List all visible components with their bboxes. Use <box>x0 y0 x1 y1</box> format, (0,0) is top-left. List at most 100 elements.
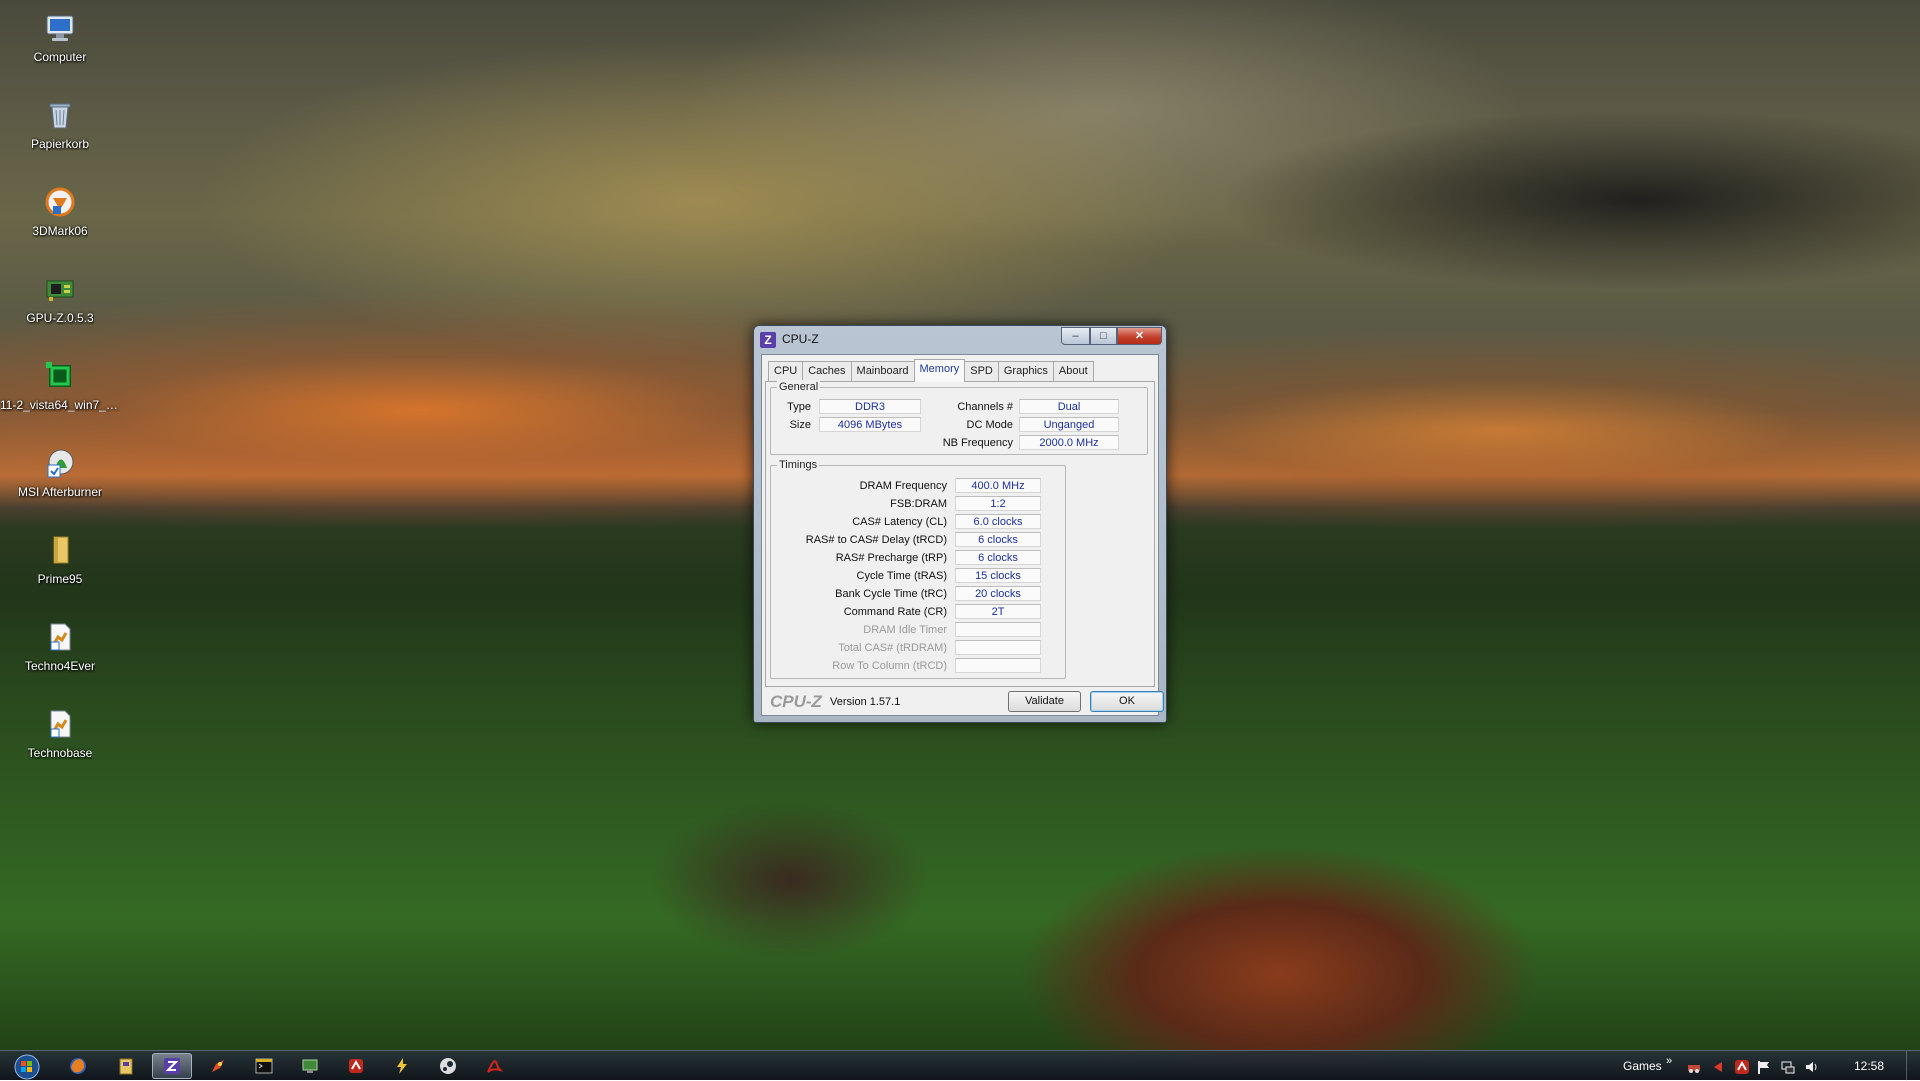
taskbar-antivirus[interactable] <box>336 1053 376 1079</box>
explorer-icon <box>119 1058 133 1075</box>
close-button[interactable]: ✕ <box>1117 327 1162 345</box>
flag-icon[interactable] <box>1756 1059 1772 1075</box>
version-text: Version 1.57.1 <box>830 696 901 708</box>
tab-spd[interactable]: SPD <box>964 361 999 381</box>
games-toolbar-label[interactable]: Games <box>1623 1059 1662 1073</box>
taskbar-clock[interactable]: 12:58 <box>1854 1059 1884 1073</box>
toolbar-chevron-icon[interactable]: » <box>1666 1055 1672 1067</box>
start-button[interactable] <box>8 1053 46 1080</box>
steam-icon <box>440 1058 456 1074</box>
3dmark-icon <box>42 184 78 220</box>
window-title: CPU-Z <box>782 332 819 346</box>
title-bar[interactable]: Z CPU-Z – □ ✕ <box>754 326 1166 354</box>
arrow-icon[interactable] <box>1710 1059 1726 1075</box>
desktop-icon-label: Techno4Ever <box>24 659 96 673</box>
taskbar-terminal[interactable] <box>244 1053 284 1079</box>
afterburner-icon <box>42 445 78 481</box>
type-value: DDR3 <box>819 399 921 414</box>
desktop-icon-papierkorb[interactable]: Papierkorb <box>6 91 114 167</box>
taskbar: Games » 12:58 <box>0 1050 1920 1081</box>
cpu-z-window: Z CPU-Z – □ ✕ CPU Caches Mainboard Memor… <box>753 325 1167 723</box>
timing-label-dram-frequency: DRAM Frequency <box>859 480 947 492</box>
tab-about[interactable]: About <box>1052 361 1094 381</box>
network-tool-icon[interactable] <box>1686 1059 1702 1075</box>
taskbar-explorer[interactable] <box>106 1053 146 1079</box>
shortcut-icon <box>42 619 78 655</box>
channels-value: Dual <box>1019 399 1119 414</box>
timing-label-total-cas: Total CAS# (tRDRAM) <box>838 642 947 654</box>
taskbar-lightning[interactable] <box>382 1053 422 1079</box>
rocket-icon <box>212 1060 224 1072</box>
cpu-z-icon <box>164 1058 180 1074</box>
timing-value-command-rate: 2T <box>955 604 1041 619</box>
cpu-z-brand-logo: CPU-Z <box>770 692 822 711</box>
desktop-icon-ati-driver[interactable]: 11-2_vista64_win7_6... <box>0 352 120 428</box>
dc-mode-value: Unganged <box>1019 417 1119 432</box>
desktop-icon-computer[interactable]: Computer <box>6 4 114 80</box>
tab-mainboard[interactable]: Mainboard <box>850 361 915 381</box>
desktop-icon-label: MSI Afterburner <box>17 485 103 499</box>
timing-label-tras: Cycle Time (tRAS) <box>856 570 947 582</box>
desktop-icon-prime95[interactable]: Prime95 <box>6 526 114 602</box>
timing-label-cas-latency: CAS# Latency (CL) <box>852 516 947 528</box>
size-label: Size <box>789 419 811 431</box>
antivirus-tray-icon[interactable] <box>1734 1059 1750 1075</box>
desktop-icon-techno4ever[interactable]: Techno4Ever <box>6 613 114 689</box>
timing-value-trcd: 6 clocks <box>955 532 1041 547</box>
desktop-icon-label: Papierkorb <box>30 137 90 151</box>
minimize-button[interactable]: – <box>1061 327 1090 345</box>
general-group-title: General <box>777 380 821 394</box>
desktop-icon-msi-afterburner[interactable]: MSI Afterburner <box>6 439 114 515</box>
desktop-icon-3dmark06[interactable]: 3DMark06 <box>6 178 114 254</box>
timing-label-trc: Bank Cycle Time (tRC) <box>835 588 947 600</box>
timing-value-trc: 20 clocks <box>955 586 1041 601</box>
timing-value-total-cas <box>955 640 1041 655</box>
desktop-icon-label: GPU-Z.0.5.3 <box>26 311 94 325</box>
desktop-icon-label: Prime95 <box>37 572 83 586</box>
firefox-icon <box>70 1058 86 1074</box>
antivirus-icon <box>349 1059 363 1073</box>
tab-cpu[interactable]: CPU <box>768 361 804 381</box>
windows-logo-icon <box>14 1054 40 1079</box>
taskbar-firefox[interactable] <box>58 1053 98 1079</box>
nb-frequency-value: 2000.0 MHz <box>1019 435 1119 450</box>
shortcut-icon <box>42 706 78 742</box>
desktop-icon-gpu-z[interactable]: GPU-Z.0.5.3 <box>6 265 114 341</box>
network-icon[interactable] <box>1780 1059 1796 1075</box>
timing-label-trp: RAS# Precharge (tRP) <box>835 552 947 564</box>
memory-tab-panel: General Type DDR3 Size 4096 MBytes Chann… <box>765 380 1155 687</box>
taskbar-steam[interactable] <box>428 1053 468 1079</box>
timing-label-fsb-dram: FSB:DRAM <box>890 498 947 510</box>
tab-graphics[interactable]: Graphics <box>997 361 1054 381</box>
tab-memory[interactable]: Memory <box>913 359 966 382</box>
desktop-icon-label: Computer <box>33 50 87 64</box>
timings-group: Timings DRAM Frequency 400.0 MHz FSB:DRA… <box>770 458 1066 679</box>
validate-button[interactable]: Validate <box>1008 691 1081 712</box>
lightning-icon <box>397 1058 407 1074</box>
timing-value-cas-latency: 6.0 clocks <box>955 514 1041 529</box>
gpu-z-icon <box>42 271 78 307</box>
desktop-icon-label: Technobase <box>27 746 93 760</box>
tab-caches[interactable]: Caches <box>802 361 852 381</box>
timing-value-tras: 15 clocks <box>955 568 1041 583</box>
timing-label-trcd: RAS# to CAS# Delay (tRCD) <box>805 534 947 546</box>
taskbar-cpu-z[interactable] <box>152 1053 192 1079</box>
taskbar-rocket[interactable] <box>198 1053 238 1079</box>
taskbar-monitor[interactable] <box>290 1053 330 1079</box>
ati-driver-icon <box>42 358 78 394</box>
folder-icon <box>42 532 78 568</box>
size-value: 4096 MBytes <box>819 417 921 432</box>
type-label: Type <box>787 401 811 413</box>
channels-label: Channels # <box>957 401 1013 413</box>
timing-value-fsb-dram: 1:2 <box>955 496 1041 511</box>
maximize-button[interactable]: □ <box>1090 327 1117 345</box>
desktop-icon-label: 11-2_vista64_win7_6... <box>0 398 120 412</box>
desktop-icon-technobase[interactable]: Technobase <box>6 700 114 776</box>
general-group: General Type DDR3 Size 4096 MBytes Chann… <box>770 380 1148 455</box>
show-desktop-button[interactable] <box>1906 1051 1920 1081</box>
dc-mode-label: DC Mode <box>966 419 1013 431</box>
ok-button[interactable]: OK <box>1090 691 1164 712</box>
taskbar-acrobat[interactable] <box>474 1053 514 1079</box>
volume-icon[interactable] <box>1804 1059 1820 1075</box>
recycle-bin-icon <box>42 97 78 133</box>
